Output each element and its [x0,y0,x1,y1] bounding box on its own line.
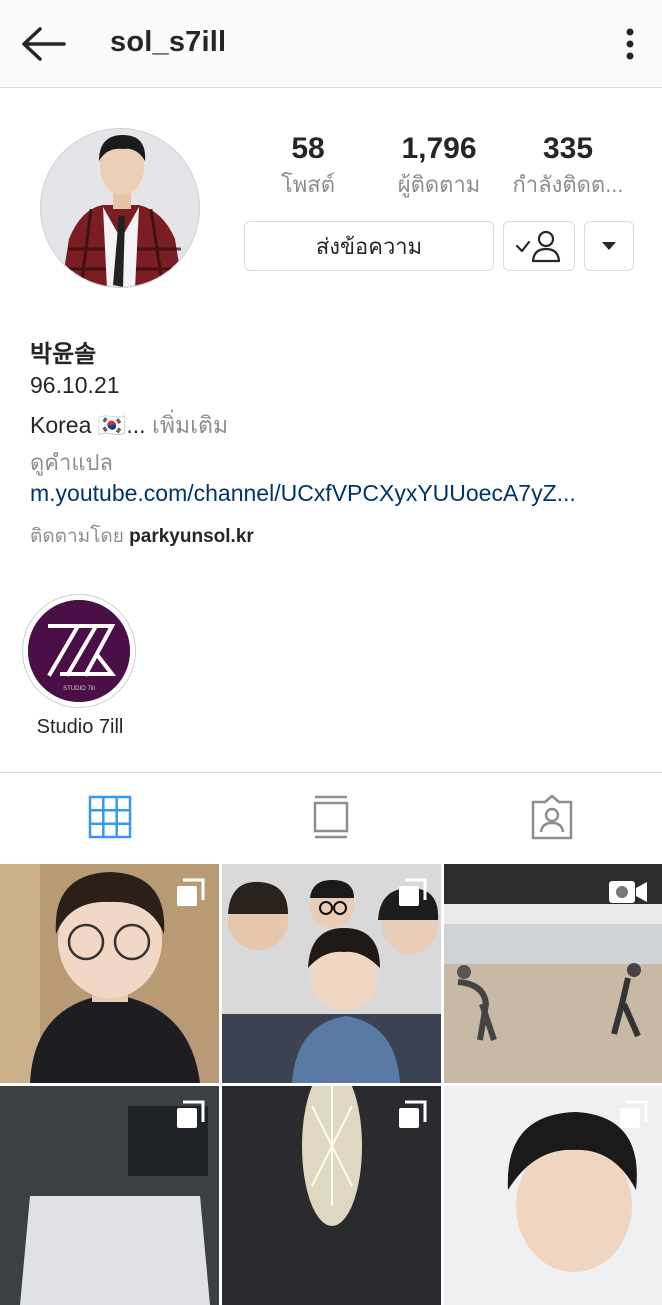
carousel-icon [177,878,205,906]
following-label: กำลังติดต... [512,172,624,197]
top-bar: sol_s7ill [0,0,662,88]
tab-feed[interactable] [221,773,441,861]
more-vertical-icon [626,28,634,60]
posts-count: 58 [291,132,325,165]
back-button[interactable] [18,24,70,64]
user-check-icon [515,230,561,263]
grid-icon [88,795,132,839]
tab-tagged[interactable] [442,773,662,861]
more-options-button[interactable] [612,24,648,64]
suggested-dropdown-button[interactable] [584,221,634,271]
carousel-icon [399,1100,427,1128]
following-count: 335 [542,132,594,165]
post-tile[interactable] [222,864,441,1083]
bio-more-link[interactable]: เพิ่มเติม [152,412,228,438]
video-camera-icon [609,881,647,903]
carousel-icon [177,1100,205,1128]
stat-posts[interactable]: 58 โพสต์ [258,130,358,200]
feed-icon [313,795,349,839]
message-button[interactable]: ส่งข้อความ [244,221,494,271]
stat-following[interactable]: 335 กำลังติดต... [500,130,636,200]
stat-followers[interactable]: 1,796 ผู้ติดตาม [383,130,495,200]
highlight-cover: STUDIO 7ill [28,600,130,702]
avatar-photo [41,129,199,287]
story-highlight[interactable]: STUDIO 7ill [22,594,136,708]
following-button[interactable] [503,221,575,271]
tagged-user-icon [531,794,573,840]
bio-country-text: Korea [30,412,92,438]
bio-birthday: 96.10.21 [30,372,120,398]
followers-label: ผู้ติดตาม [397,172,481,197]
followers-count: 1,796 [401,132,477,165]
studio-7ill-logo: STUDIO 7ill [28,600,130,702]
carousel-icon [399,878,427,906]
arrow-left-icon [22,27,66,61]
tab-grid[interactable] [0,773,220,861]
post-tile[interactable] [0,864,219,1083]
carousel-icon [620,1100,648,1128]
korea-flag-icon: 🇰🇷 [97,412,127,438]
post-tile[interactable] [222,1086,441,1305]
profile-avatar[interactable] [40,128,200,288]
bio-ellipsis: ... [126,412,146,438]
followed-by-user: parkyunsol.kr [129,526,254,547]
post-tile[interactable] [0,1086,219,1305]
profile-tab-bar [0,772,662,862]
posts-label: โพสต์ [280,172,336,197]
translate-link[interactable]: ดูคำแปล [30,445,113,480]
caret-down-icon [602,242,616,250]
profile-username: sol_s7ill [110,26,227,58]
followed-by-prefix: ติดตามโดย [30,526,124,547]
bio-website-link[interactable]: m.youtube.com/channel/UCxfVPCXyxYUUoecA7… [30,480,640,507]
highlight-label: Studio 7ill [36,716,124,738]
highlight-logo-text: STUDIO 7ill [63,686,95,692]
bio-country-line: Korea 🇰🇷... เพิ่มเติม [30,408,228,444]
followed-by-line[interactable]: ติดตามโดย parkyunsol.kr [30,521,254,551]
post-tile[interactable] [444,1086,662,1305]
post-tile[interactable] [444,864,662,1083]
display-name: 박윤솔 [30,341,97,368]
